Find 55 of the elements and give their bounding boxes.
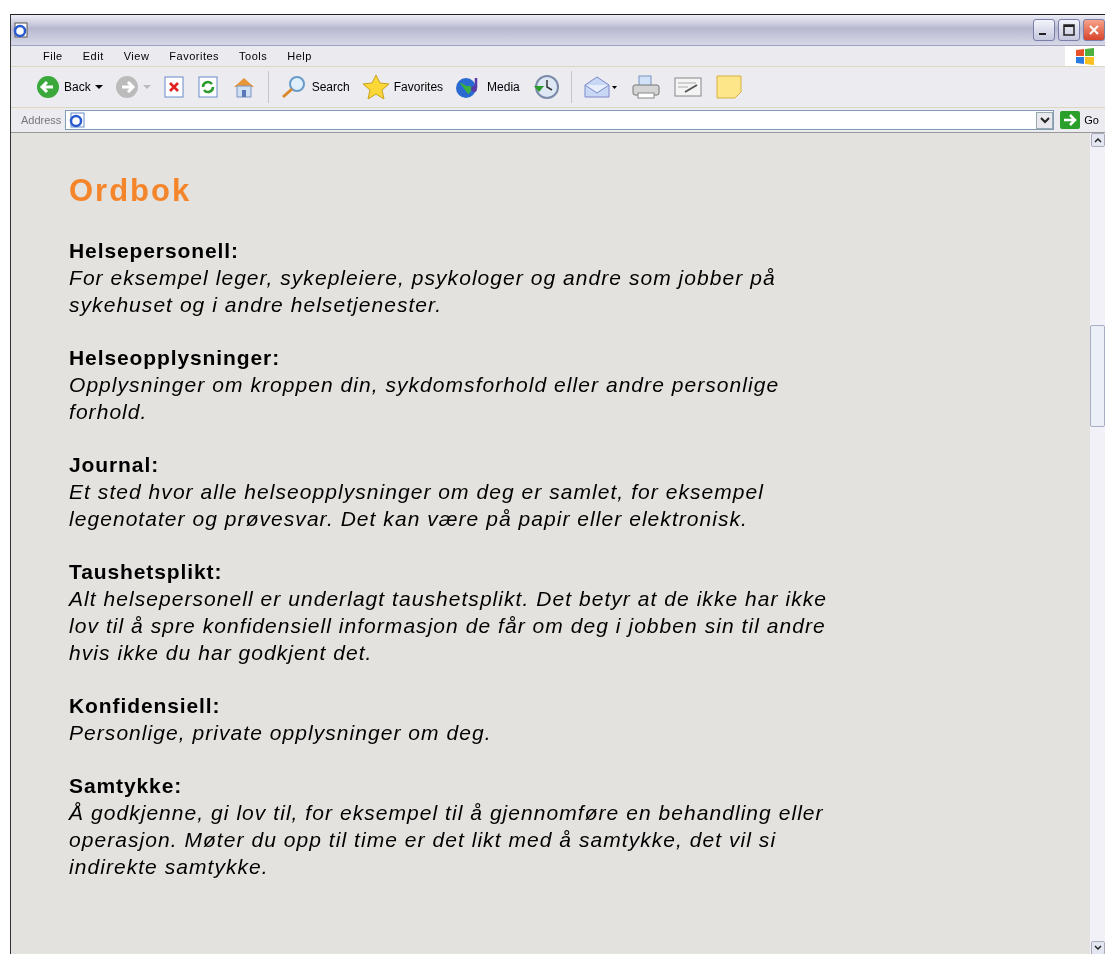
chevron-up-icon [1093, 137, 1102, 143]
caret-icon [94, 84, 103, 90]
menu-item[interactable]: Favorites [159, 50, 230, 62]
page-title: Ordbok [69, 173, 193, 209]
mail-envelope-icon [582, 75, 619, 99]
term: Taushetsplikt: [69, 559, 224, 585]
sticky-note-icon [714, 74, 743, 100]
media-button[interactable]: Media [452, 73, 523, 101]
back-button[interactable]: Back [33, 73, 106, 101]
caret-icon [142, 84, 151, 90]
minimize-icon [1039, 33, 1046, 35]
windows-flag-logo [1065, 46, 1105, 66]
close-icon [1088, 24, 1100, 36]
menu-item[interactable]: View [113, 50, 160, 62]
search-icon [279, 75, 308, 99]
definition: Alt helsepersonell er underlagt taushetsplikt. Det betyr at de ikke har ikke lov til å spre konfidensiell informasjon de får om deg i jobben sin til andre hvis ikke du har godkjent det. [69, 586, 828, 666]
menu-item[interactable]: Edit [72, 50, 114, 62]
refresh-icon [196, 76, 219, 98]
go-arrow-icon [1060, 111, 1081, 129]
minimize-button[interactable] [1033, 19, 1055, 41]
history-clock-icon [531, 74, 560, 100]
dropdown-button[interactable] [1036, 111, 1054, 129]
scroll-down-button[interactable] [1090, 941, 1105, 954]
stop-icon [162, 76, 185, 98]
definition: For eksempel leger, sykepleiere, psykologer og andre som jobber på sykehuset og i andre helsetjenester. [69, 265, 777, 318]
maximize-button[interactable] [1058, 19, 1080, 41]
scroll-thumb[interactable] [1090, 325, 1105, 427]
maximize-icon [1063, 24, 1075, 36]
menu-item[interactable]: Help [277, 50, 322, 62]
printer-icon [630, 74, 661, 100]
address-label: Address [21, 114, 62, 126]
chevron-down-icon [1039, 116, 1050, 124]
scroll-up-button[interactable] [1090, 133, 1105, 147]
term: Helsepersonell: [69, 238, 240, 264]
term: Helseopplysninger: [69, 345, 282, 371]
star-icon [361, 74, 390, 100]
favorites-button[interactable]: Favorites [358, 72, 447, 102]
menu-item[interactable]: Tools [229, 50, 278, 62]
search-button[interactable]: Search [276, 73, 353, 101]
edit-document-icon [672, 75, 703, 99]
chevron-down-icon [1093, 945, 1102, 951]
address-field[interactable] [65, 110, 1055, 130]
menu-item[interactable]: File [33, 50, 73, 62]
close-button[interactable] [1083, 19, 1105, 41]
definition: Å godkjenne, gi lov til, for eksempel til å gjennomføre en behandling eller operasjon. Møter du opp til time er det likt med å samtykke, det vil si indirekte samtykke. [69, 800, 825, 880]
page-icon [68, 112, 87, 128]
browser-logo-icon [13, 22, 29, 38]
definition: Opplysninger om kroppen din, sykdomsforhold eller andre personlige forhold. [69, 372, 781, 425]
definition: Et sted hvor alle helseopplysninger om deg er samlet, for eksempel legenotater og prøvesvar. Det kan være på papir eller elektronisk. [69, 479, 765, 532]
go-button[interactable]: Go [1058, 111, 1105, 129]
term: Journal: [69, 452, 161, 478]
term: Samtykke: [69, 773, 184, 799]
definition: Personlige, private opplysninger om deg. [69, 720, 493, 746]
scrollbar[interactable] [1090, 133, 1105, 954]
term: Konfidensiell: [69, 693, 222, 719]
